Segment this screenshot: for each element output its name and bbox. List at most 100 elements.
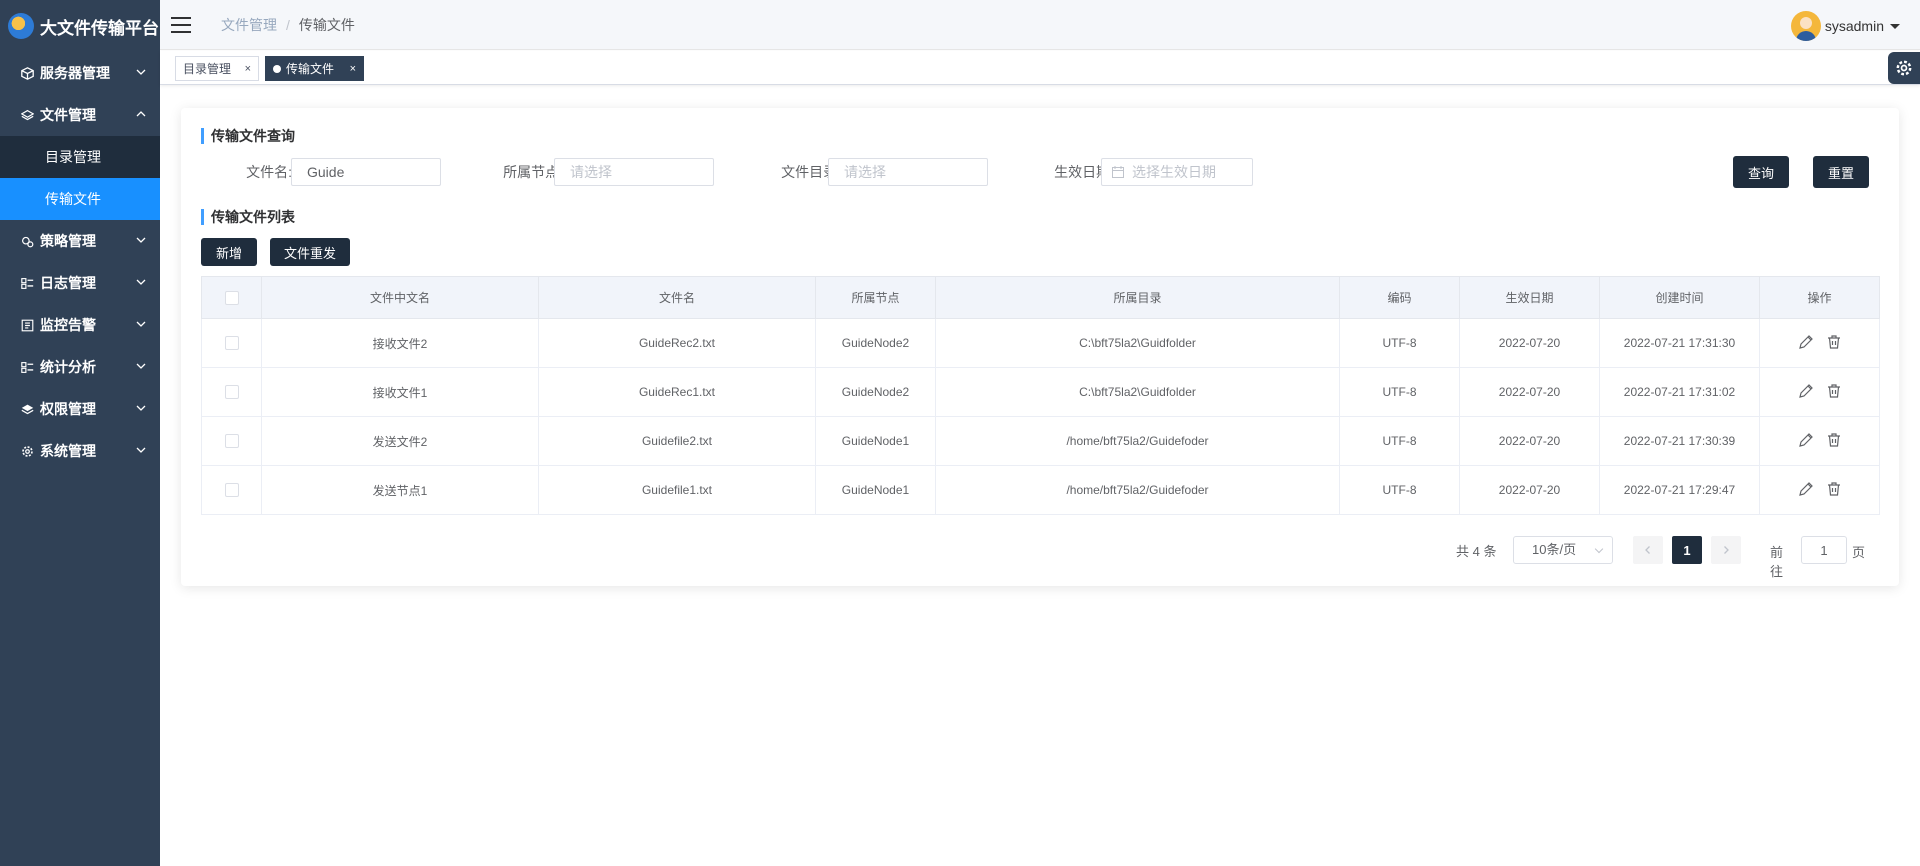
cell-created-time: 2022-07-21 17:31:30 (1599, 318, 1760, 368)
column-header: 操作 (1759, 276, 1880, 319)
node-label: 所属节点: (503, 164, 563, 180)
row-checkbox[interactable] (224, 434, 239, 449)
sidebar-item-label: 权限管理 (40, 401, 96, 417)
tab-directory[interactable]: 目录管理 × (175, 56, 259, 81)
row-select-cell (201, 367, 262, 417)
chevron-down-icon (136, 279, 146, 285)
tab-transfer-files[interactable]: 传输文件 × (265, 56, 364, 81)
sidebar-item-label: 统计分析 (40, 359, 96, 375)
chevron-down-icon (136, 237, 146, 243)
row-select-cell (201, 465, 262, 515)
node-select[interactable] (554, 158, 714, 186)
content-card: 传输文件查询 文件名: 所属节点: 文件目录: 生效日期: 查询 重置 传输文件… (181, 108, 1899, 586)
filename-label: 文件名: (246, 164, 292, 180)
table-row: 发送节点1 Guidefile1.txt GuideNode1 /home/bf… (201, 465, 1880, 515)
tab-label: 目录管理 (183, 62, 232, 76)
cell-effective-date: 2022-07-20 (1459, 416, 1600, 466)
tags-view: 目录管理 × 传输文件 × (160, 51, 1920, 85)
sidebar-item-server[interactable]: 服务器管理 (0, 52, 160, 94)
settings-button[interactable] (1888, 52, 1920, 84)
next-page-button[interactable] (1711, 536, 1741, 564)
column-header: 生效日期 (1459, 276, 1600, 319)
avatar (1790, 11, 1821, 41)
search-button[interactable]: 查询 (1733, 156, 1789, 188)
cell-effective-date: 2022-07-20 (1459, 318, 1600, 368)
user-menu[interactable]: sysadmin (1790, 11, 1900, 41)
column-header: 创建时间 (1599, 276, 1760, 319)
table-row: 接收文件1 GuideRec1.txt GuideNode2 C:\bft75l… (201, 367, 1880, 417)
column-header: 所属目录 (935, 276, 1340, 319)
edit-icon[interactable] (1798, 432, 1814, 448)
layers-icon (20, 108, 34, 122)
goto-label: 前往 (1770, 545, 1784, 579)
cell-actions (1759, 318, 1880, 368)
edit-icon[interactable] (1798, 334, 1814, 350)
chevron-down-icon (136, 69, 146, 75)
cell-cn-name: 接收文件2 (261, 318, 539, 368)
file-table: 文件中文名 文件名 所属节点 所属目录 编码 生效日期 创建时间 操作 接收文件… (201, 276, 1880, 515)
filename-input[interactable] (291, 158, 441, 186)
sidebar-subitem-label: 目录管理 (45, 149, 101, 165)
dir-select[interactable] (828, 158, 988, 186)
sidebar-subitem-directory[interactable]: 目录管理 (0, 136, 160, 178)
logo-icon (8, 13, 34, 39)
sidebar-item-files[interactable]: 文件管理 (0, 94, 160, 136)
select-all-checkbox[interactable] (224, 290, 239, 305)
cell-cn-name: 发送文件2 (261, 416, 539, 466)
edit-icon[interactable] (1798, 481, 1814, 497)
sidebar-item-monitor[interactable]: 监控告警 (0, 304, 160, 346)
delete-icon[interactable] (1826, 432, 1842, 448)
cell-file-name: GuideRec1.txt (538, 367, 816, 417)
monitor-icon (20, 318, 34, 332)
cell-file-name: GuideRec2.txt (538, 318, 816, 368)
cell-file-name: Guidefile2.txt (538, 416, 816, 466)
resend-file-button[interactable]: 文件重发 (270, 238, 350, 266)
cell-node: GuideNode1 (815, 465, 936, 515)
sidebar-item-label: 系统管理 (40, 443, 96, 459)
sidebar-item-stats[interactable]: 统计分析 (0, 346, 160, 388)
cell-encoding: UTF-8 (1339, 367, 1460, 417)
cell-encoding: UTF-8 (1339, 318, 1460, 368)
list-section-title: 传输文件列表 (201, 209, 295, 225)
gear-icon (20, 444, 34, 458)
sidebar-item-logs[interactable]: 日志管理 (0, 262, 160, 304)
close-icon[interactable]: × (350, 63, 356, 75)
app-title: 大文件传输平台 (40, 18, 159, 39)
cell-created-time: 2022-07-21 17:30:39 (1599, 416, 1760, 466)
sidebar-item-permissions[interactable]: 权限管理 (0, 388, 160, 430)
sidebar-item-system[interactable]: 系统管理 (0, 430, 160, 472)
sidebar-item-label: 监控告警 (40, 317, 96, 333)
delete-icon[interactable] (1826, 383, 1842, 399)
cell-actions (1759, 367, 1880, 417)
sidebar-subitem-transfer-files[interactable]: 传输文件 (0, 178, 160, 220)
select-all-cell (201, 276, 262, 319)
breadcrumb-item-current: 传输文件 (298, 16, 355, 33)
hamburger-icon[interactable] (171, 16, 191, 33)
sidebar-item-strategy[interactable]: 策略管理 (0, 220, 160, 262)
row-select-cell (201, 318, 262, 368)
table-row: 接收文件2 GuideRec2.txt GuideNode2 C:\bft75l… (201, 318, 1880, 368)
row-checkbox[interactable] (224, 385, 239, 400)
row-checkbox[interactable] (224, 483, 239, 498)
cell-effective-date: 2022-07-20 (1459, 367, 1600, 417)
table-row: 发送文件2 Guidefile2.txt GuideNode1 /home/bf… (201, 416, 1880, 466)
reset-button[interactable]: 重置 (1813, 156, 1869, 188)
cell-encoding: UTF-8 (1339, 416, 1460, 466)
chevron-right-icon (1724, 546, 1729, 554)
prev-page-button[interactable] (1633, 536, 1663, 564)
goto-page-input[interactable] (1801, 536, 1847, 564)
edit-icon[interactable] (1798, 383, 1814, 399)
username: sysadmin (1824, 18, 1884, 34)
column-header: 编码 (1339, 276, 1460, 319)
breadcrumb-item[interactable]: 文件管理 (221, 15, 277, 35)
page-number-current[interactable]: 1 (1672, 536, 1702, 564)
close-icon[interactable]: × (245, 63, 251, 75)
delete-icon[interactable] (1826, 334, 1842, 350)
logo[interactable]: 大文件传输平台 (0, 0, 160, 52)
add-button[interactable]: 新增 (201, 238, 257, 266)
page-size-select[interactable]: 10条/页 (1513, 536, 1613, 564)
delete-icon[interactable] (1826, 481, 1842, 497)
navbar: 文件管理 / 传输文件 sysadmin (160, 0, 1920, 50)
cell-file-name: Guidefile1.txt (538, 465, 816, 515)
row-checkbox[interactable] (224, 336, 239, 351)
